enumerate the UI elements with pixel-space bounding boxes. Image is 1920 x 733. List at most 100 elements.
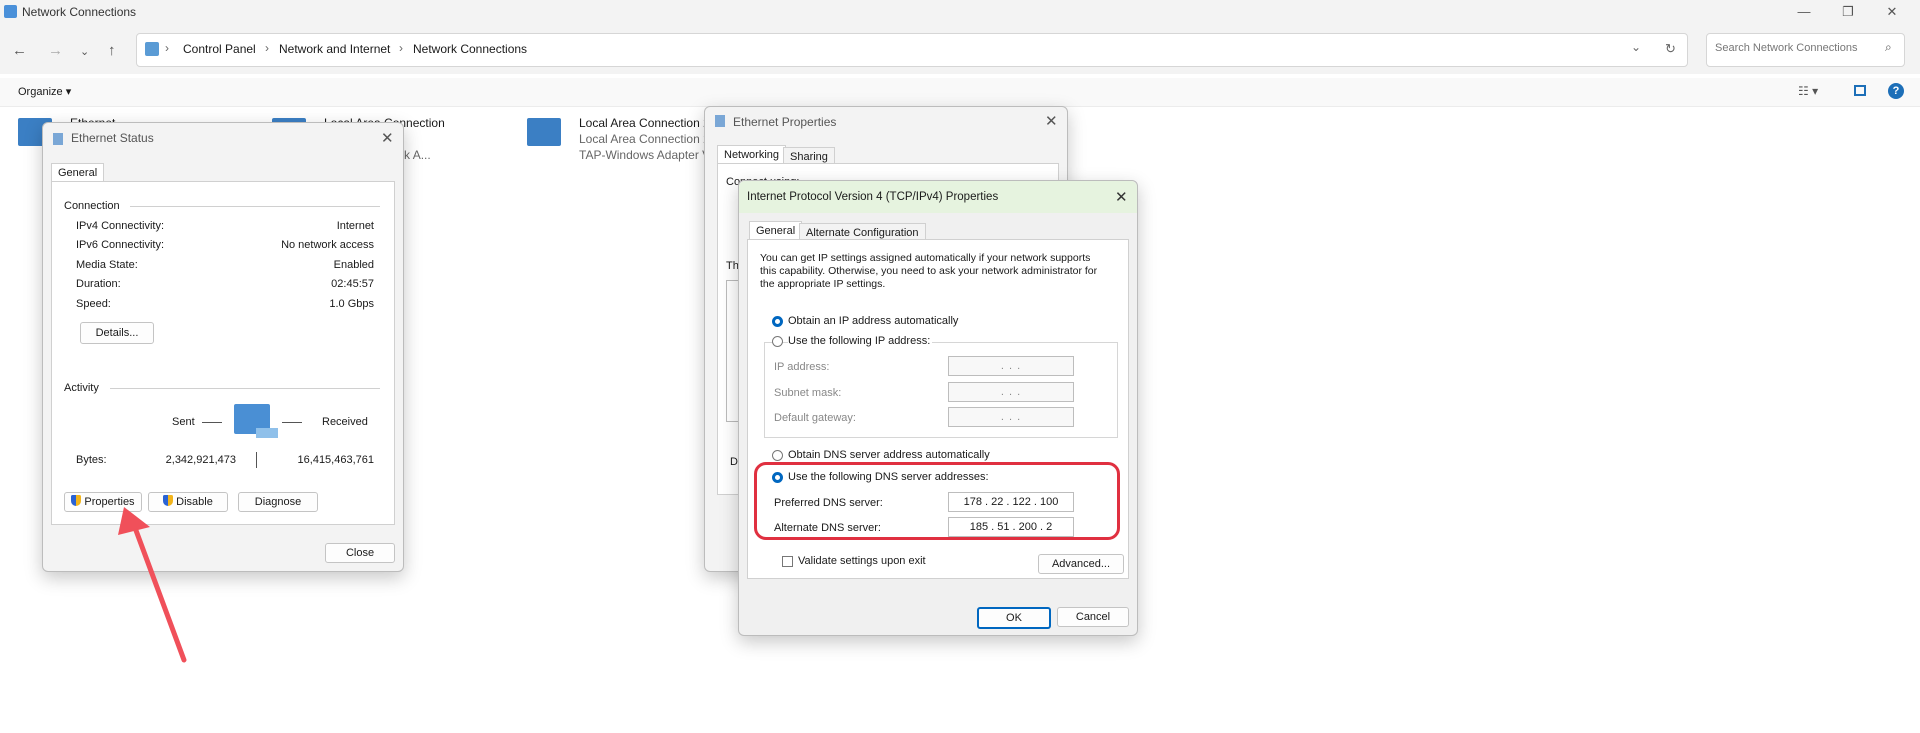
- connection-status: Local Area Connection 2: [579, 132, 710, 146]
- alternate-dns-field[interactable]: 185 . 51 . 200 . 2: [948, 517, 1074, 537]
- obtain-ip-auto-radio[interactable]: [772, 316, 783, 327]
- speed-value: 1.0 Gbps: [329, 298, 374, 310]
- help-icon[interactable]: ?: [1888, 83, 1904, 99]
- connection-name: Local Area Connection 2: [579, 116, 710, 130]
- separator: [282, 422, 302, 423]
- use-ip-label: Use the following IP address:: [788, 335, 933, 347]
- duration-label: Duration:: [76, 278, 121, 290]
- close-window-icon[interactable]: ✕: [1872, 2, 1912, 24]
- activity-header: Activity: [64, 382, 99, 394]
- media-state-label: Media State:: [76, 259, 138, 271]
- control-panel-icon: [145, 42, 159, 56]
- tab-general[interactable]: General: [51, 163, 105, 182]
- recent-locations-chevron-icon[interactable]: ⌄: [80, 45, 89, 58]
- general-panel: You can get IP settings assigned automat…: [747, 239, 1129, 579]
- default-gateway-label: Default gateway:: [774, 412, 856, 424]
- diagnose-button[interactable]: Diagnose: [238, 492, 318, 512]
- close-icon[interactable]: ✕: [381, 129, 394, 147]
- network-adapter-icon: [527, 118, 561, 146]
- ethernet-icon: [53, 133, 63, 145]
- use-dns-label: Use the following DNS server addresses:: [788, 471, 989, 483]
- speed-label: Speed:: [76, 298, 111, 310]
- separator: [130, 206, 380, 207]
- tab-networking[interactable]: Networking: [717, 145, 787, 164]
- annotation-arrow-icon: [118, 507, 187, 663]
- ipv4-properties-dialog: Internet Protocol Version 4 (TCP/IPv4) P…: [738, 180, 1138, 636]
- ipv4-label: IPv4 Connectivity:: [76, 220, 165, 232]
- separator: [256, 452, 257, 468]
- command-bar: Organize ▾ ☷ ▾ ?: [0, 78, 1920, 107]
- subnet-mask-label: Subnet mask:: [774, 387, 842, 399]
- dialog-title: Ethernet Properties: [733, 115, 837, 129]
- details-button[interactable]: Details...: [80, 322, 154, 344]
- maximize-icon[interactable]: ❐: [1828, 2, 1868, 24]
- dialog-title: Internet Protocol Version 4 (TCP/IPv4) P…: [747, 191, 999, 203]
- organize-label: Organize: [18, 86, 63, 98]
- preview-pane-icon[interactable]: [1854, 85, 1866, 96]
- network-cable-icon: [256, 428, 278, 438]
- use-ip-radio[interactable]: [772, 336, 783, 347]
- uac-shield-icon: [71, 495, 82, 506]
- advanced-button[interactable]: Advanced...: [1038, 554, 1124, 574]
- ip-address-field[interactable]: . . .: [948, 356, 1074, 376]
- cancel-button[interactable]: Cancel: [1057, 607, 1129, 627]
- breadcrumb-separator-icon: ›: [265, 41, 269, 55]
- window-title: Network Connections: [22, 5, 137, 19]
- close-icon[interactable]: ✕: [1045, 112, 1058, 130]
- media-state-value: Enabled: [333, 259, 374, 271]
- breadcrumb-separator-icon: ›: [165, 41, 169, 55]
- tab-general[interactable]: General: [749, 221, 803, 240]
- bytes-label: Bytes:: [76, 454, 107, 466]
- dialog-title: Ethernet Status: [71, 131, 154, 145]
- address-bar[interactable]: › Control Panel › Network and Internet ›…: [136, 33, 1688, 67]
- network-connections-icon: [4, 5, 17, 18]
- obtain-ip-auto-label: Obtain an IP address automatically: [788, 315, 959, 327]
- separator: [202, 422, 222, 423]
- separator: [110, 388, 380, 389]
- close-icon[interactable]: ✕: [1115, 188, 1128, 206]
- intro-text: You can get IP settings assigned automat…: [760, 252, 1098, 290]
- sent-label: Sent: [172, 416, 195, 428]
- validate-checkbox[interactable]: [782, 556, 793, 567]
- ipv4-value: Internet: [336, 220, 374, 232]
- forward-arrow-icon[interactable]: →: [48, 42, 63, 59]
- change-view-icon[interactable]: ☷ ▾: [1798, 84, 1818, 98]
- connection-header: Connection: [64, 200, 120, 212]
- default-gateway-field[interactable]: . . .: [948, 407, 1074, 427]
- breadcrumb-control-panel[interactable]: Control Panel: [183, 42, 256, 56]
- search-icon[interactable]: ⌕: [1885, 40, 1892, 55]
- address-dropdown-icon[interactable]: ⌄: [1631, 40, 1641, 54]
- general-panel: Connection IPv4 Connectivity: Internet I…: [51, 181, 395, 525]
- items-label: Th: [726, 260, 739, 272]
- ethernet-icon: [715, 115, 725, 127]
- obtain-dns-auto-radio[interactable]: [772, 450, 783, 461]
- back-arrow-icon[interactable]: ←: [12, 42, 27, 59]
- alternate-dns-label: Alternate DNS server:: [774, 522, 881, 534]
- refresh-icon[interactable]: ↻: [1665, 41, 1676, 57]
- received-label: Received: [322, 416, 368, 428]
- ethernet-status-dialog: Ethernet Status ✕ General Connection IPv…: [42, 122, 404, 572]
- breadcrumb-network-internet[interactable]: Network and Internet: [279, 42, 390, 56]
- ok-button[interactable]: OK: [977, 607, 1051, 629]
- bytes-sent: 2,342,921,473: [165, 454, 236, 466]
- subnet-mask-field[interactable]: . . .: [948, 382, 1074, 402]
- obtain-dns-auto-label: Obtain DNS server address automatically: [788, 449, 990, 461]
- title-bar: Network Connections — ❐ ✕: [0, 0, 1920, 26]
- breadcrumb-network-connections[interactable]: Network Connections: [413, 42, 527, 56]
- search-placeholder: Search Network Connections: [1715, 42, 1858, 54]
- minimize-icon[interactable]: —: [1784, 2, 1824, 24]
- up-arrow-icon[interactable]: ↑: [108, 42, 116, 59]
- preferred-dns-label: Preferred DNS server:: [774, 497, 883, 509]
- description-label: D: [730, 456, 738, 468]
- use-dns-radio[interactable]: [772, 472, 783, 483]
- ipv6-label: IPv6 Connectivity:: [76, 239, 165, 251]
- ip-address-label: IP address:: [774, 361, 830, 373]
- search-box[interactable]: Search Network Connections ⌕: [1706, 33, 1905, 67]
- duration-value: 02:45:57: [331, 278, 374, 290]
- organize-menu[interactable]: Organize ▾: [18, 85, 71, 98]
- connection-device: TAP-Windows Adapter V9: [579, 148, 717, 162]
- preferred-dns-field[interactable]: 178 . 22 . 122 . 100: [948, 492, 1074, 512]
- close-button[interactable]: Close: [325, 543, 395, 563]
- ipv6-value: No network access: [281, 239, 374, 251]
- validate-label: Validate settings upon exit: [798, 555, 926, 567]
